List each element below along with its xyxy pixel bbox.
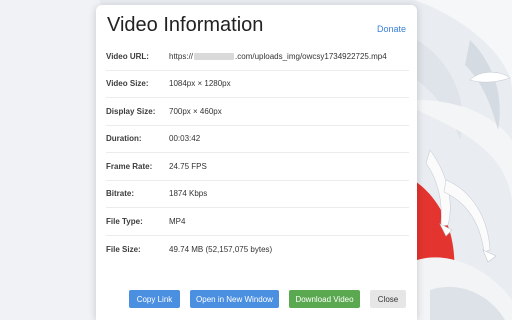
row-label: Bitrate: [106, 189, 135, 199]
row-label: File Type: [106, 216, 143, 226]
info-row-frame-rate: Frame Rate: 24.75 FPS [106, 153, 409, 181]
row-label: Video Size: [106, 79, 149, 89]
close-button[interactable]: Close [370, 290, 406, 308]
info-list: Video URL: https:// .com/uploads_img/owcs… [106, 43, 409, 263]
url-prefix: https:// [169, 51, 194, 61]
video-url-value[interactable]: https:// .com/uploads_img/owcsy1734922725… [169, 52, 409, 61]
donate-link[interactable]: Donate [377, 24, 406, 34]
copy-link-button[interactable]: Copy Link [129, 290, 180, 308]
info-row-display-size: Display Size: 700px × 460px [106, 98, 409, 126]
open-new-window-button[interactable]: Open in New Window [190, 290, 279, 308]
url-suffix: .com/uploads_img/owcsy1734922725.mp4 [235, 51, 387, 61]
row-value: 1084px × 1280px [169, 79, 231, 89]
row-value: 700px × 460px [169, 106, 222, 116]
download-video-button[interactable]: Download Video [289, 290, 360, 308]
info-row-file-type: File Type: MP4 [106, 208, 409, 236]
info-row-file-size: File Size: 49.74 MB (52,157,075 bytes) [106, 236, 409, 264]
row-value: MP4 [169, 216, 186, 226]
row-value: 00:03:42 [169, 134, 201, 144]
row-value: 49.74 MB (52,157,075 bytes) [169, 244, 273, 254]
info-row-video-size: Video Size: 1084px × 1280px [106, 71, 409, 98]
info-row-video-url: Video URL: https:// .com/uploads_img/owcs… [106, 43, 409, 71]
row-label: Video URL: [106, 51, 149, 61]
row-label: Display Size: [106, 106, 156, 116]
row-label: File Size: [106, 244, 141, 254]
row-label: Frame Rate: [106, 161, 153, 171]
row-value: 1874 Kbps [169, 189, 208, 199]
info-row-bitrate: Bitrate: 1874 Kbps [106, 181, 409, 208]
redacted-domain [194, 52, 235, 60]
row-value: 24.75 FPS [169, 161, 207, 171]
info-row-duration: Duration: 00:03:42 [106, 126, 409, 153]
row-label: Duration: [106, 134, 142, 144]
dialog-title: Video Information [107, 14, 264, 36]
video-info-dialog: Video Information Donate Video URL: http… [96, 5, 417, 320]
